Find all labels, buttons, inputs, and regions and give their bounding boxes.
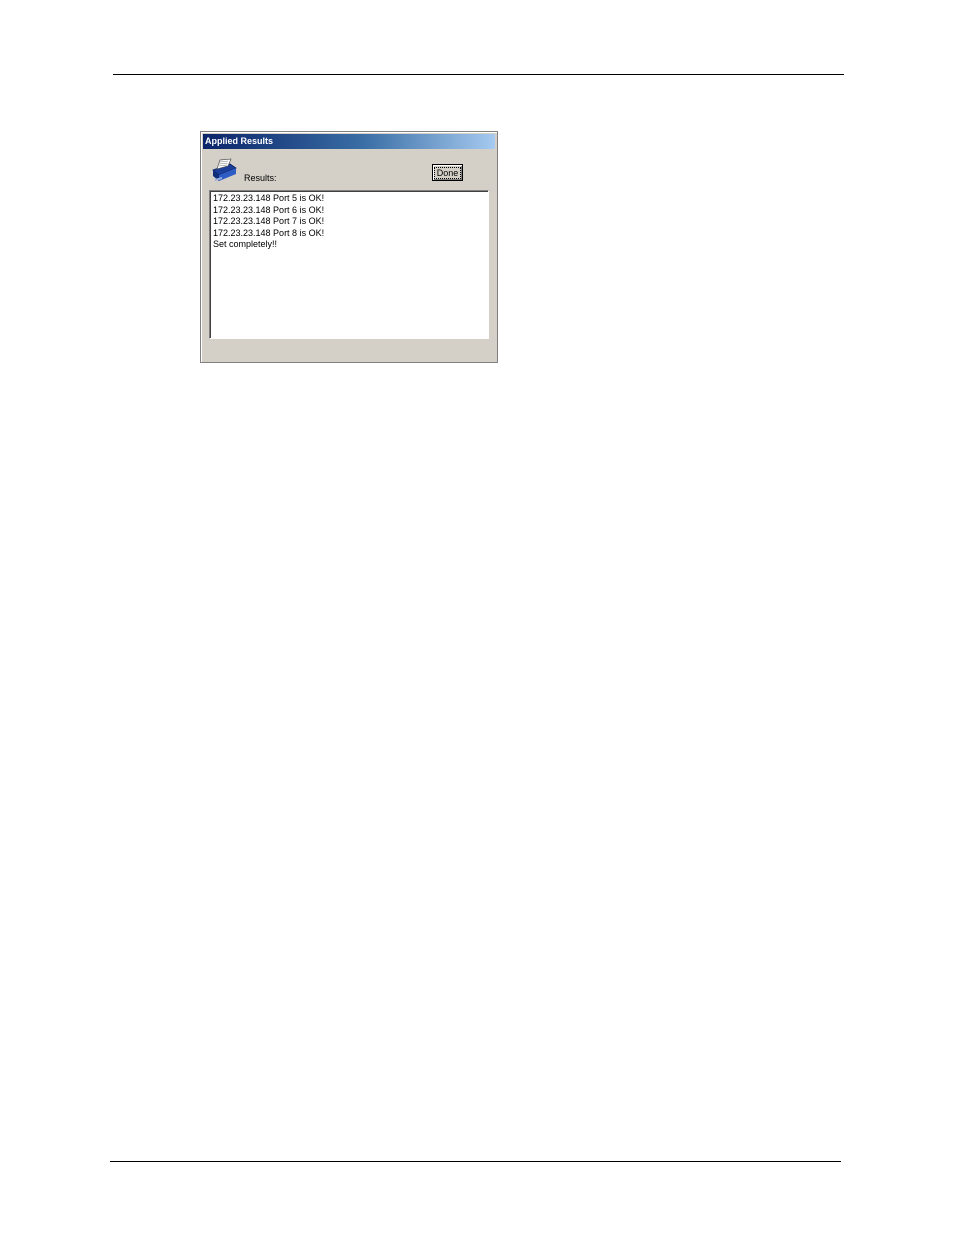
done-button[interactable]: Done: [432, 164, 463, 181]
page-header-rule: [113, 74, 844, 75]
done-button-label: Done: [433, 166, 462, 179]
result-line: 172.23.23.148 Port 5 is OK!: [213, 193, 325, 203]
results-label: Results:: [244, 173, 277, 183]
result-line: 172.23.23.148 Port 6 is OK!: [213, 204, 325, 215]
results-output[interactable]: 172.23.23.148 Port 5 is OK! 172.23.23.14…: [209, 190, 489, 339]
result-line: Set completely!!: [213, 239, 278, 249]
page-footer-rule: [110, 1161, 841, 1162]
results-document-icon: [210, 157, 238, 183]
applied-results-dialog: Applied Results Results: Done 172.23.23.…: [200, 131, 498, 363]
result-line: 172.23.23.148 Port 8 is OK!: [213, 227, 325, 238]
result-line: 172.23.23.148 Port 7 is OK!: [213, 216, 325, 226]
dialog-title: Applied Results: [203, 134, 495, 149]
